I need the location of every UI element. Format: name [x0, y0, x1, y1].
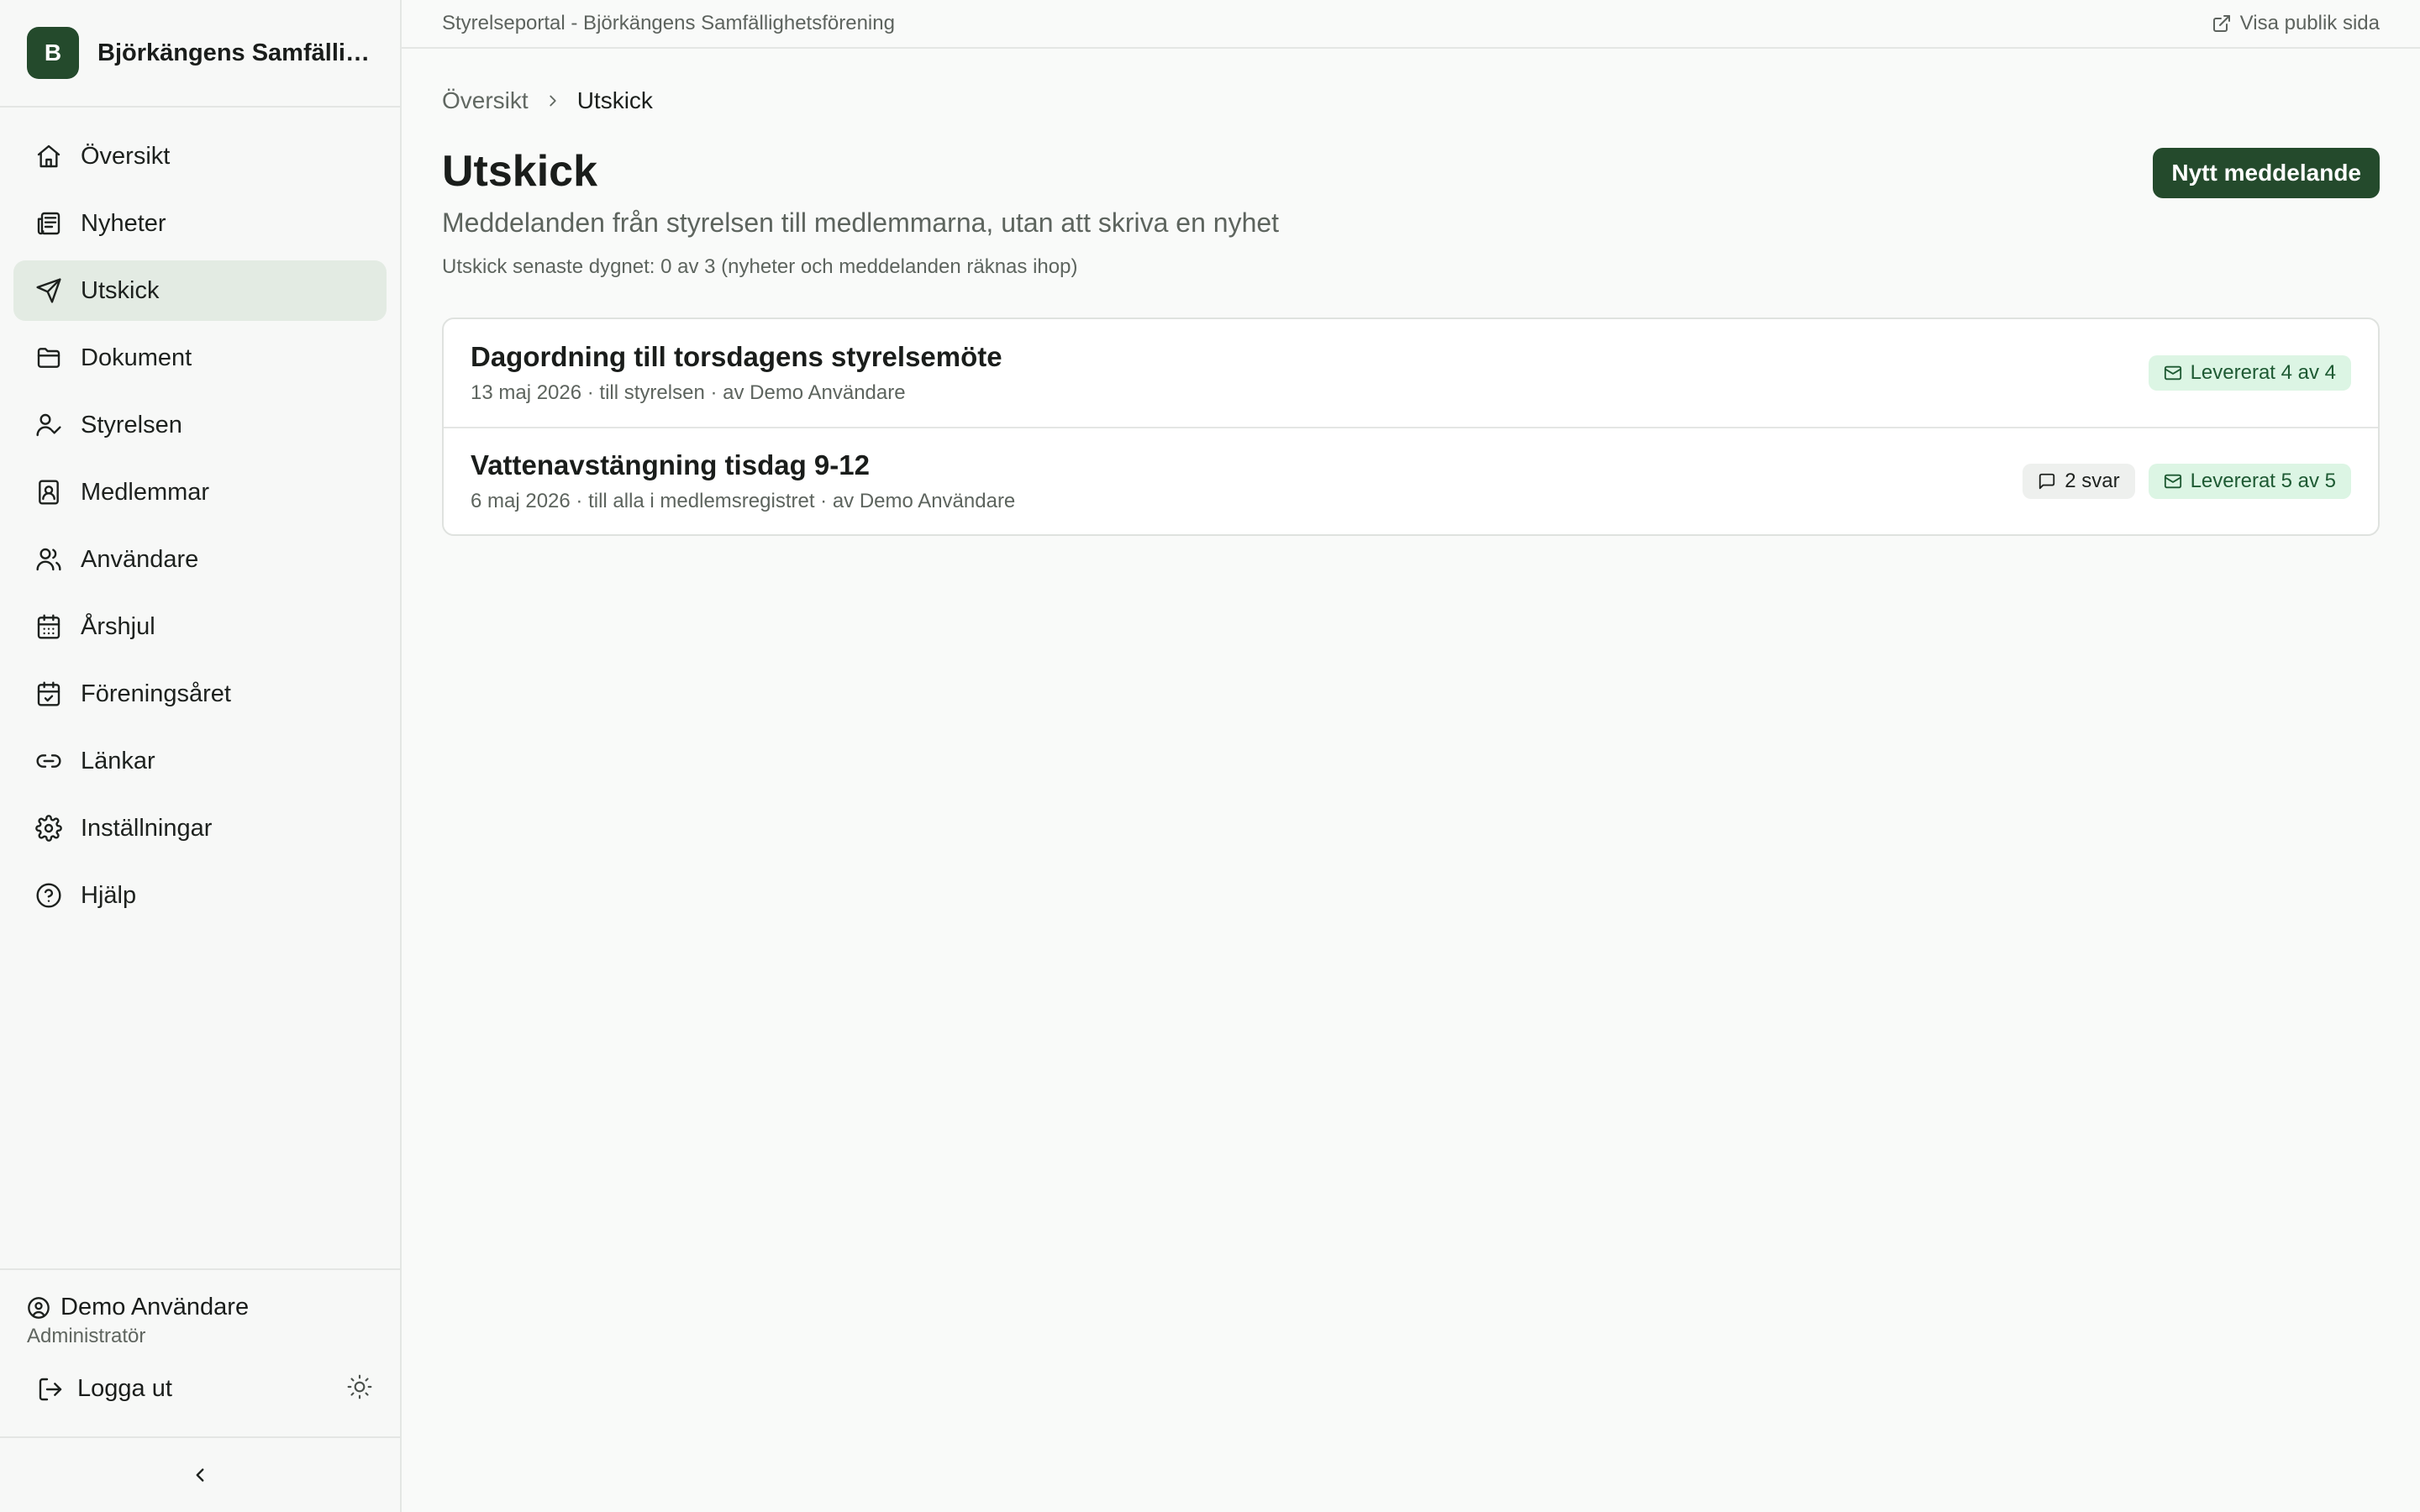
brand[interactable]: B Björkängens Samfällig...: [0, 0, 400, 108]
newspaper-icon: [37, 212, 60, 235]
sidebar-item-label: Styrelsen: [81, 411, 182, 438]
sidebar-item-label: Nyheter: [81, 209, 166, 237]
message-meta: 13 maj 2026 · till styrelsen · av Demo A…: [471, 381, 906, 405]
logout-button[interactable]: Logga ut: [27, 1375, 172, 1403]
brand-logo: B: [27, 27, 79, 79]
breadcrumb: Översikt Utskick: [442, 87, 2380, 114]
send-icon: [36, 278, 61, 303]
sidebar-item-foreningsaret[interactable]: Föreningsåret: [13, 664, 387, 724]
sidebar-item-label: Översikt: [81, 142, 171, 170]
delivered-label: Levererat 4 av 4: [2190, 361, 2336, 385]
replies-label: 2 svar: [2065, 470, 2120, 493]
sidebar-nav: Översikt Nyheter Utskick Dokument Styrel…: [0, 108, 400, 1268]
topbar: Styrelseportal - Björkängens Samfällighe…: [402, 0, 2420, 49]
sidebar-item-installningar[interactable]: Inställningar: [13, 798, 387, 858]
sidebar-item-hjalp[interactable]: Hjälp: [13, 865, 387, 926]
sidebar: B Björkängens Samfällig... Översikt Nyhe…: [0, 0, 402, 1512]
external-link-icon: [2212, 15, 2230, 32]
breadcrumb-root[interactable]: Översikt: [442, 87, 529, 114]
gear-icon: [35, 815, 62, 842]
sidebar-item-medlemmar[interactable]: Medlemmar: [13, 462, 387, 522]
public-site-label: Visa publik sida: [2239, 12, 2380, 34]
sidebar-item-styrelsen[interactable]: Styrelsen: [13, 395, 387, 455]
brand-name: Björkängens Samfällig...: [97, 39, 373, 66]
home-icon: [37, 144, 60, 168]
user-info: Demo Användare: [27, 1294, 373, 1321]
help-icon: [36, 883, 61, 908]
user-circle-icon: [28, 1296, 50, 1319]
message-list: Dagordning till torsdagens styrelsemöte …: [442, 318, 2380, 537]
sidebar-item-lankar[interactable]: Länkar: [13, 731, 387, 791]
delivered-badge: Levererat 4 av 4: [2148, 355, 2351, 391]
sidebar-item-dokument[interactable]: Dokument: [13, 328, 387, 388]
sun-icon: [347, 1374, 372, 1399]
user-role: Administratör: [27, 1325, 146, 1347]
new-message-button[interactable]: Nytt meddelande: [2153, 148, 2380, 198]
main-area: Styrelseportal - Björkängens Samfällighe…: [402, 0, 2420, 1512]
folder-icon: [37, 348, 60, 368]
sidebar-item-nyheter[interactable]: Nyheter: [13, 193, 387, 254]
list-item[interactable]: Dagordning till torsdagens styrelsemöte …: [444, 319, 2378, 427]
sidebar-item-label: Hjälp: [81, 881, 137, 909]
content: Översikt Utskick Utskick Meddelanden frå…: [402, 49, 2420, 537]
sidebar-item-label: Utskick: [81, 276, 160, 304]
sidebar-item-label: Medlemmar: [81, 478, 210, 506]
mail-icon: [2164, 474, 2181, 489]
user-check-icon: [36, 413, 61, 437]
sidebar-item-label: Dokument: [81, 344, 192, 371]
comment-icon: [2039, 474, 2055, 490]
logout-label: Logga ut: [77, 1375, 172, 1402]
user-name: Demo Användare: [60, 1294, 250, 1320]
logout-icon: [39, 1378, 62, 1400]
sidebar-item-arshjul[interactable]: Årshjul: [13, 596, 387, 657]
page-title: Utskick: [442, 147, 597, 196]
list-item[interactable]: Vattenavstängning tisdag 9-12 6 maj 2026…: [444, 427, 2378, 534]
message-title: Dagordning till torsdagens styrelsemöte: [471, 341, 1002, 373]
link-icon: [36, 754, 61, 768]
sidebar-item-label: Årshjul: [81, 612, 155, 640]
chevron-left-icon: [196, 1468, 204, 1482]
sidebar-item-oversikt[interactable]: Översikt: [13, 126, 387, 186]
sidebar-item-label: Användare: [81, 545, 199, 573]
delivered-badge: Levererat 5 av 5: [2148, 464, 2351, 500]
theme-toggle[interactable]: [346, 1373, 373, 1404]
sidebar-item-label: Föreningsåret: [81, 680, 231, 707]
portal-title: Styrelseportal - Björkängens Samfällighe…: [442, 12, 895, 34]
sidebar-item-label: Länkar: [81, 747, 155, 774]
message-meta: 6 maj 2026 · till alla i medlemsregistre…: [471, 490, 1016, 513]
sidebar-footer: Demo Användare Administratör Logga ut: [0, 1268, 400, 1436]
message-title: Vattenavstängning tisdag 9-12: [471, 449, 870, 481]
sidebar-item-label: Inställningar: [81, 814, 213, 842]
calendar-icon: [37, 614, 60, 639]
sending-quota: Utskick senaste dygnet: 0 av 3 (nyheter …: [442, 255, 1078, 279]
replies-badge: 2 svar: [2023, 464, 2135, 500]
calendar-check-icon: [37, 681, 60, 706]
delivered-label: Levererat 5 av 5: [2190, 470, 2336, 493]
breadcrumb-current: Utskick: [576, 87, 653, 113]
contact-book-icon: [39, 480, 59, 505]
sidebar-item-utskick[interactable]: Utskick: [13, 260, 387, 321]
chevron-right-icon: [550, 95, 556, 107]
public-site-link[interactable]: Visa publik sida: [2212, 12, 2380, 35]
users-icon: [36, 548, 61, 571]
mail-icon: [2164, 365, 2181, 381]
collapse-sidebar-button[interactable]: [0, 1436, 400, 1512]
sidebar-item-anvandare[interactable]: Användare: [13, 529, 387, 590]
page-subtitle: Meddelanden från styrelsen till medlemma…: [442, 207, 1280, 239]
